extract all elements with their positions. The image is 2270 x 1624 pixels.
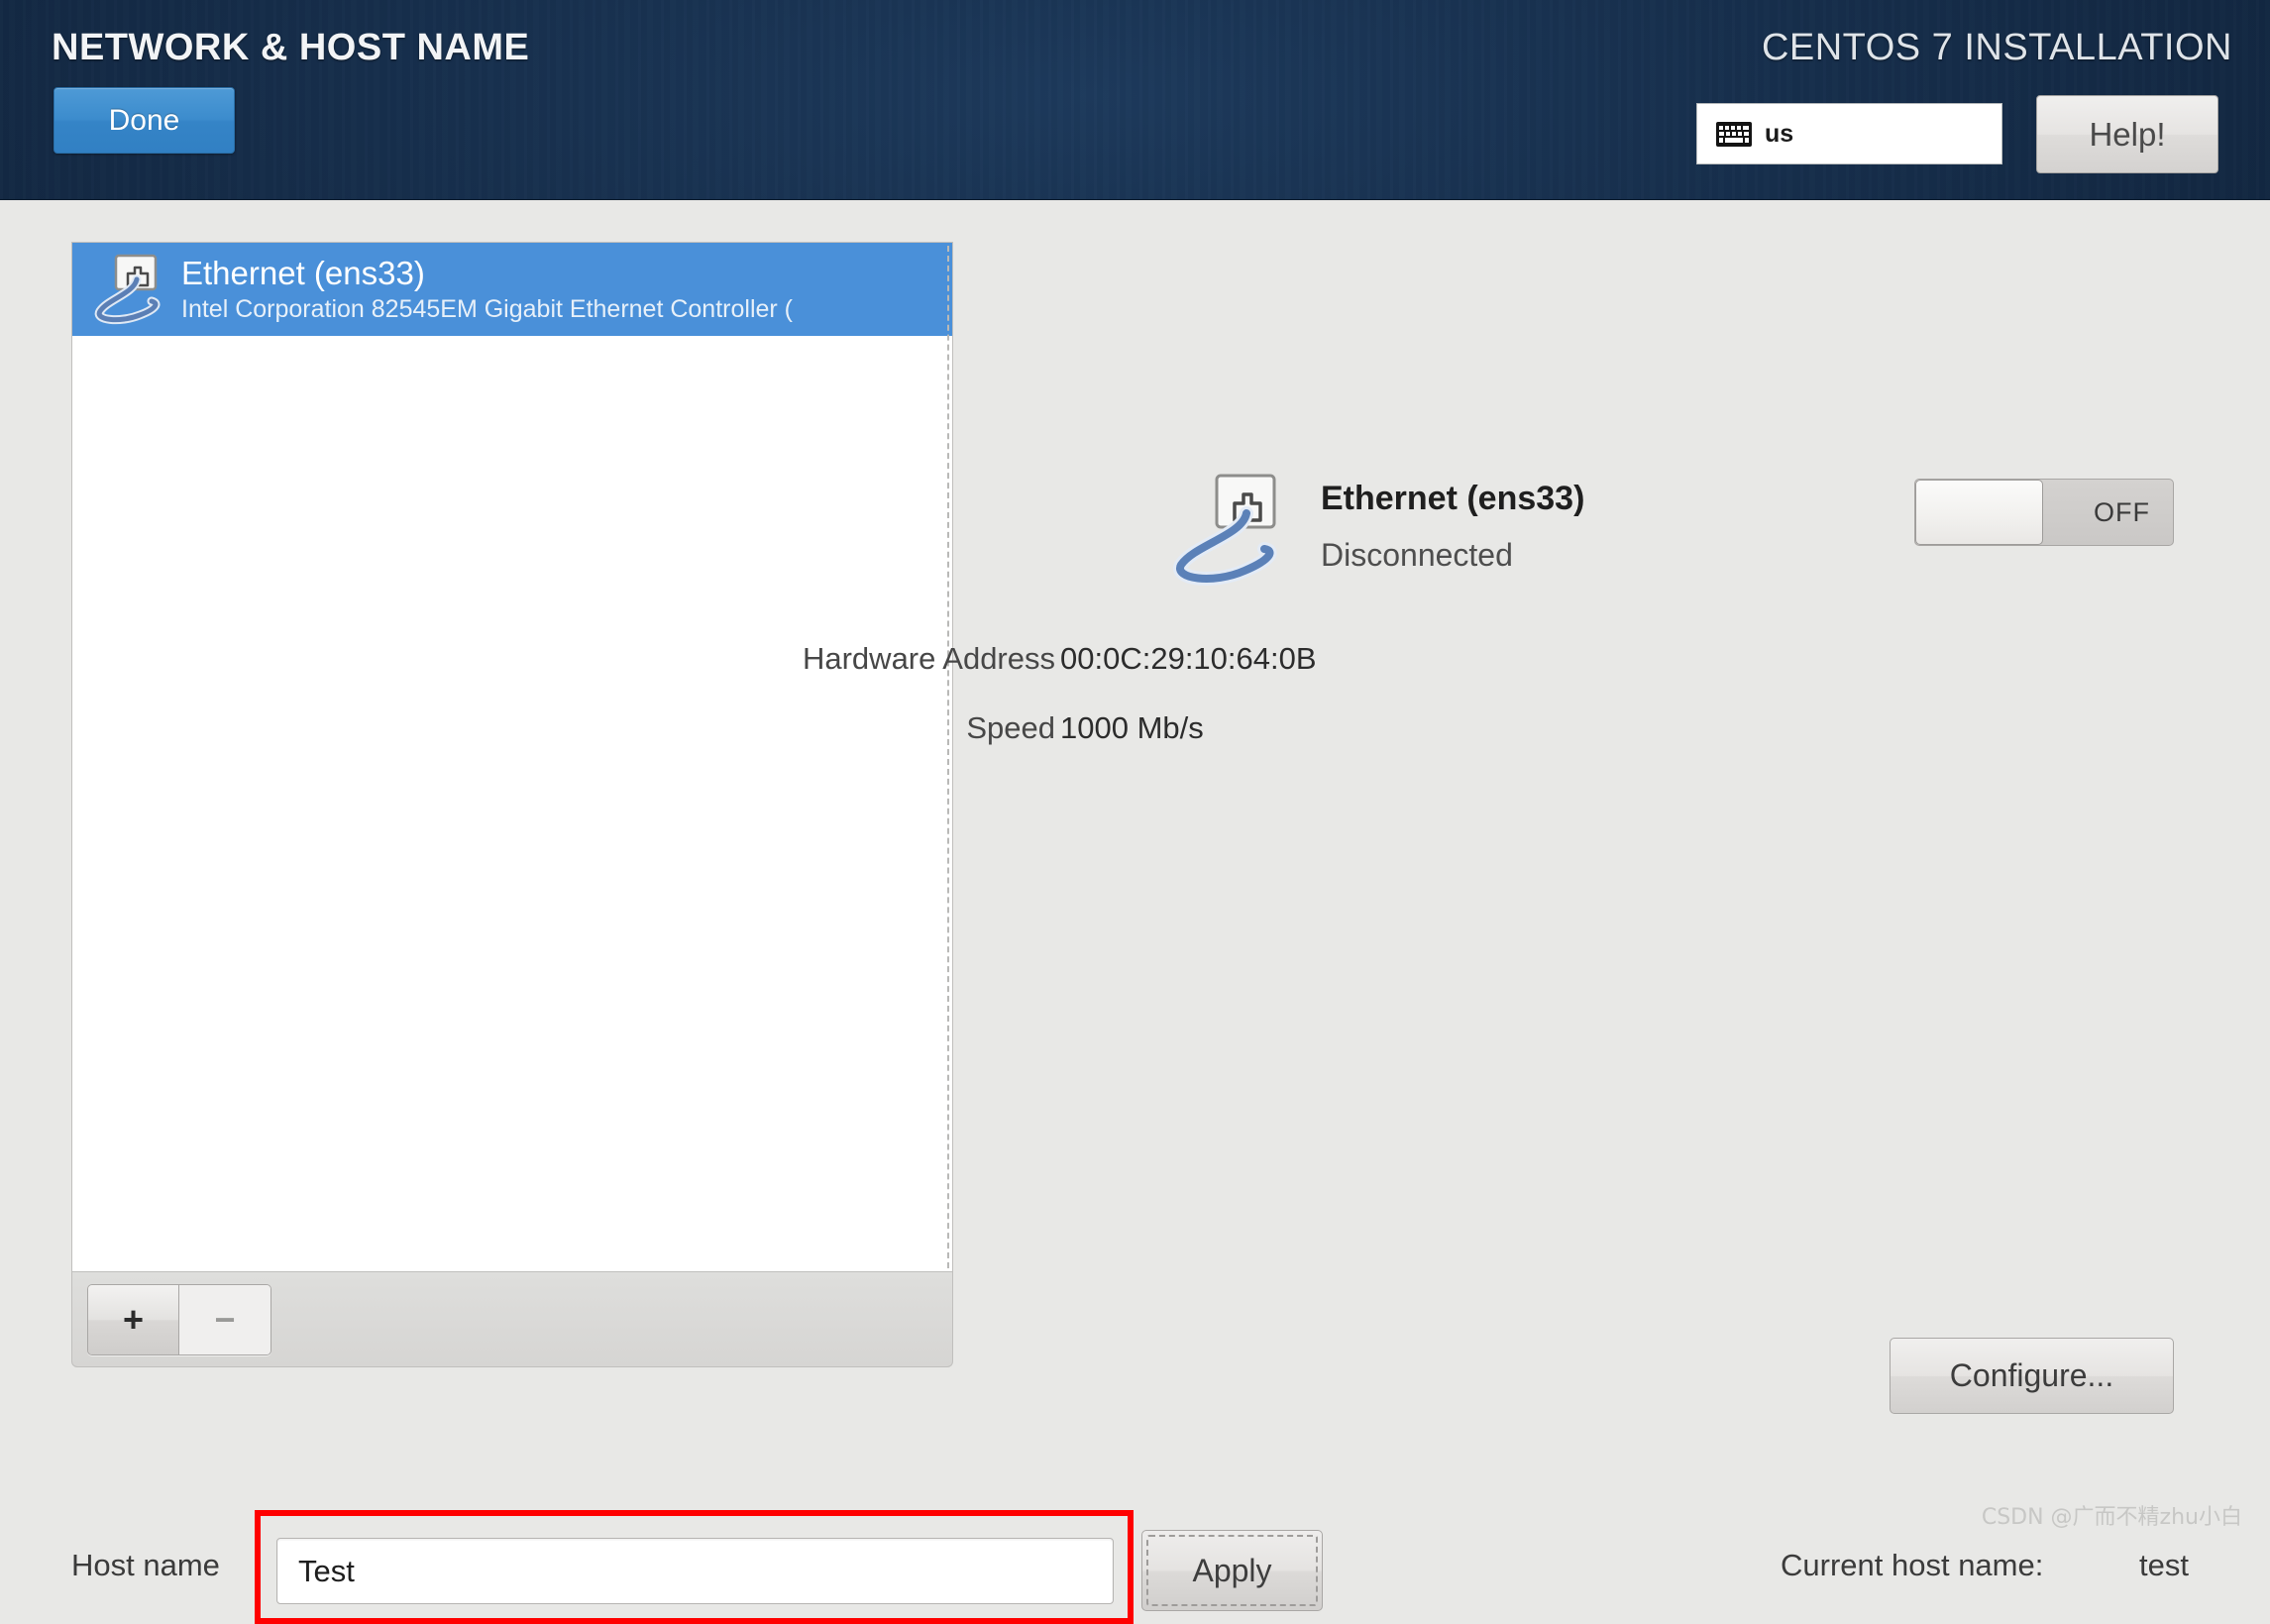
hardware-address-label: Hardware Address xyxy=(802,641,1055,676)
toggle-state-label: OFF xyxy=(2094,496,2150,527)
current-host-name-value: test xyxy=(2139,1548,2189,1582)
installer-header: NETWORK & HOST NAME Done CENTOS 7 INSTAL… xyxy=(0,0,2270,200)
configure-button[interactable]: Configure... xyxy=(1890,1338,2174,1414)
wired-network-icon xyxy=(94,254,161,325)
done-button[interactable]: Done xyxy=(54,87,235,154)
network-device-list[interactable]: Ethernet (ens33) Intel Corporation 82545… xyxy=(71,242,953,1272)
detail-device-name: Ethernet (ens33) xyxy=(1321,480,1585,517)
host-name-label: Host name xyxy=(71,1548,220,1582)
keyboard-icon xyxy=(1716,121,1752,147)
installation-label: CENTOS 7 INSTALLATION xyxy=(1761,27,2232,68)
list-item-description: Intel Corporation 82545EM Gigabit Ethern… xyxy=(181,295,793,323)
host-name-input[interactable]: Test xyxy=(276,1538,1114,1604)
keyboard-layout-selector[interactable]: us xyxy=(1696,103,2002,164)
keyboard-layout-label: us xyxy=(1765,119,1794,148)
add-remove-button-group: + − xyxy=(87,1284,271,1355)
apply-button[interactable]: Apply xyxy=(1141,1530,1323,1611)
toggle-knob xyxy=(1915,480,2043,545)
list-item-text: Ethernet (ens33) Intel Corporation 82545… xyxy=(181,254,793,325)
apply-button-label: Apply xyxy=(1192,1552,1272,1588)
add-device-label: + xyxy=(122,1299,145,1340)
wired-network-icon xyxy=(1172,474,1277,586)
remove-device-label: − xyxy=(214,1299,236,1340)
current-host-name-label: Current host name: xyxy=(1781,1548,2044,1582)
speed-value: 1000 Mb/s xyxy=(1060,710,1204,745)
speed-row: Speed 1000 Mb/s xyxy=(694,710,1684,754)
list-item[interactable]: Ethernet (ens33) Intel Corporation 82545… xyxy=(72,243,952,336)
help-button-label: Help! xyxy=(2089,115,2166,153)
host-name-input-value: Test xyxy=(298,1553,355,1588)
hardware-address-value: 00:0C:29:10:64:0B xyxy=(1060,641,1317,676)
page-title: NETWORK & HOST NAME xyxy=(52,27,530,68)
configure-button-label: Configure... xyxy=(1949,1357,2114,1393)
list-focus-indicator xyxy=(947,246,949,1268)
hardware-address-row: Hardware Address 00:0C:29:10:64:0B xyxy=(694,641,1684,685)
watermark: CSDN @广而不精zhu小白 xyxy=(1981,1505,2242,1530)
add-device-button[interactable]: + xyxy=(88,1285,179,1354)
done-button-label: Done xyxy=(108,103,180,137)
speed-label: Speed xyxy=(966,710,1055,745)
detail-device-status: Disconnected xyxy=(1321,537,1513,573)
list-item-title: Ethernet (ens33) xyxy=(181,255,425,291)
main-content: Ethernet (ens33) Intel Corporation 82545… xyxy=(0,200,2270,1624)
device-list-toolbar: + − xyxy=(71,1272,953,1367)
remove-device-button[interactable]: − xyxy=(179,1285,270,1354)
help-button[interactable]: Help! xyxy=(2036,95,2218,173)
device-power-toggle[interactable]: OFF xyxy=(1914,479,2174,546)
